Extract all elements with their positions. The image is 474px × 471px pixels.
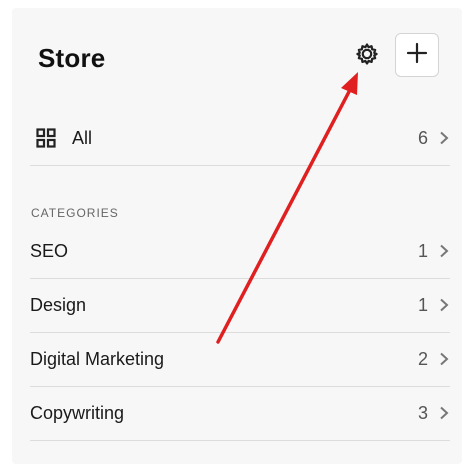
gear-icon bbox=[354, 41, 380, 72]
category-count: 1 bbox=[417, 294, 428, 315]
all-row[interactable]: All 6 bbox=[30, 111, 450, 166]
category-label: Digital Marketing bbox=[30, 348, 165, 369]
category-label: SEO bbox=[30, 240, 69, 261]
category-label: Design bbox=[30, 294, 87, 315]
category-count: 2 bbox=[417, 348, 428, 369]
category-row-seo[interactable]: SEO 1 bbox=[30, 224, 450, 279]
settings-button[interactable] bbox=[350, 39, 384, 73]
categories-heading: CATEGORIES bbox=[31, 206, 119, 220]
category-count: 1 bbox=[417, 240, 428, 261]
category-row-design[interactable]: Design 1 bbox=[30, 278, 450, 333]
add-button[interactable] bbox=[395, 33, 439, 77]
page-title: Store bbox=[38, 43, 106, 73]
category-count: 3 bbox=[417, 402, 428, 423]
chevron-right-icon bbox=[438, 243, 450, 259]
all-row-label: All bbox=[72, 127, 93, 148]
plus-icon bbox=[406, 42, 428, 69]
chevron-right-icon bbox=[438, 405, 450, 421]
chevron-right-icon bbox=[438, 297, 450, 313]
grid-icon bbox=[34, 126, 58, 150]
category-row-digital-marketing[interactable]: Digital Marketing 2 bbox=[30, 332, 450, 387]
all-row-count: 6 bbox=[417, 127, 428, 148]
chevron-right-icon bbox=[438, 130, 450, 146]
chevron-right-icon bbox=[438, 351, 450, 367]
category-label: Copywriting bbox=[30, 402, 125, 423]
category-row-copywriting[interactable]: Copywriting 3 bbox=[30, 386, 450, 441]
